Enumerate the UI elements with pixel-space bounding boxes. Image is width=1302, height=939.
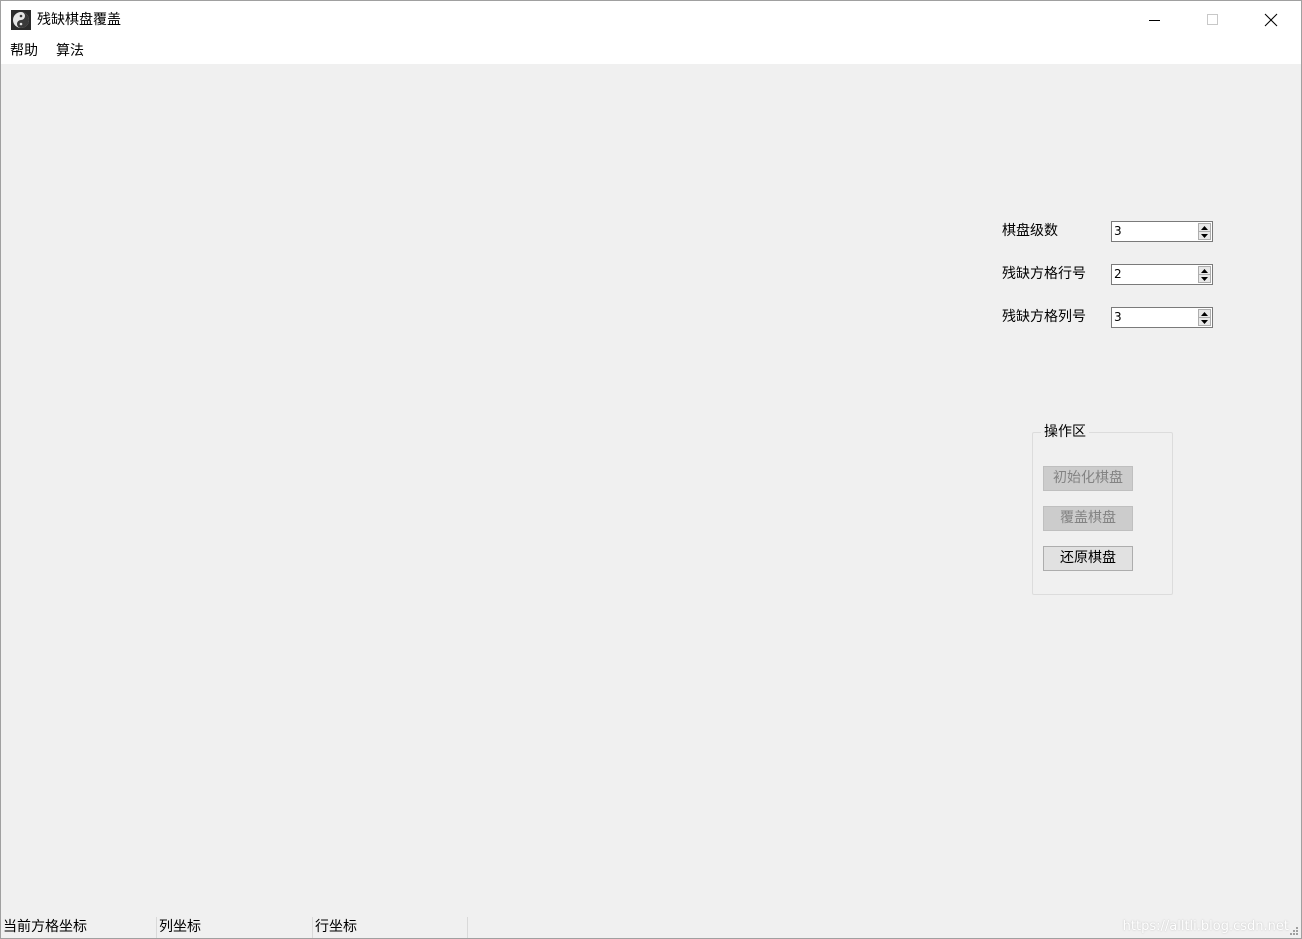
missing-row-input[interactable] — [1112, 265, 1194, 284]
close-button[interactable] — [1242, 1, 1300, 39]
missing-row-increment[interactable] — [1198, 266, 1211, 274]
arrow-up-icon — [1201, 268, 1208, 273]
maximize-icon — [1207, 14, 1218, 25]
minimize-button[interactable] — [1126, 1, 1184, 39]
missing-col-spin-buttons — [1198, 309, 1211, 326]
status-row-coord: 行坐标 — [315, 917, 468, 938]
missing-row-label: 残缺方格行号 — [1002, 266, 1086, 282]
title-bar[interactable]: 残缺棋盘覆盖 — [1, 1, 1301, 39]
arrow-down-icon — [1201, 276, 1208, 281]
menu-algorithm[interactable]: 算法 — [54, 42, 86, 61]
operations-group-title: 操作区 — [1041, 423, 1089, 441]
status-column-coord: 列坐标 — [159, 917, 313, 938]
window-title: 残缺棋盘覆盖 — [37, 12, 121, 28]
status-current-cell: 当前方格坐标 — [3, 917, 157, 938]
close-icon — [1264, 13, 1278, 27]
maximize-button[interactable] — [1184, 1, 1242, 39]
missing-col-spinbox[interactable] — [1111, 307, 1213, 328]
missing-col-input[interactable] — [1112, 308, 1194, 327]
board-level-label: 棋盘级数 — [1002, 223, 1058, 239]
status-bar: 当前方格坐标 列坐标 行坐标 https://alltli.blog.csdn.… — [1, 914, 1301, 938]
arrow-down-icon — [1201, 233, 1208, 238]
board-level-spinbox[interactable] — [1111, 221, 1213, 242]
missing-row-spinbox[interactable] — [1111, 264, 1213, 285]
arrow-up-icon — [1201, 311, 1208, 316]
minimize-icon — [1149, 20, 1160, 21]
menu-bar: 帮助 算法 — [1, 39, 1301, 64]
yin-yang-icon — [11, 10, 31, 30]
missing-row-spin-buttons — [1198, 266, 1211, 283]
arrow-up-icon — [1201, 225, 1208, 230]
missing-col-label: 残缺方格列号 — [1002, 309, 1086, 325]
app-window: 残缺棋盘覆盖 帮助 算法 棋盘级数 3 残缺方格行号 2 残缺方格列号 3 操作… — [0, 0, 1302, 939]
board-level-spin-buttons — [1198, 223, 1211, 240]
board-level-input[interactable] — [1112, 222, 1194, 241]
cover-board-button[interactable]: 覆盖棋盘 — [1043, 506, 1133, 531]
init-board-button[interactable]: 初始化棋盘 — [1043, 466, 1133, 491]
watermark: https://alltli.blog.csdn.net — [1122, 919, 1289, 934]
missing-col-increment[interactable] — [1198, 309, 1211, 317]
missing-row-decrement[interactable] — [1198, 274, 1211, 283]
menu-help[interactable]: 帮助 — [8, 42, 40, 61]
size-grip-icon[interactable] — [1289, 926, 1299, 936]
missing-col-decrement[interactable] — [1198, 317, 1211, 326]
board-level-decrement[interactable] — [1198, 231, 1211, 240]
restore-board-button[interactable]: 还原棋盘 — [1043, 546, 1133, 571]
board-level-increment[interactable] — [1198, 223, 1211, 231]
arrow-down-icon — [1201, 319, 1208, 324]
